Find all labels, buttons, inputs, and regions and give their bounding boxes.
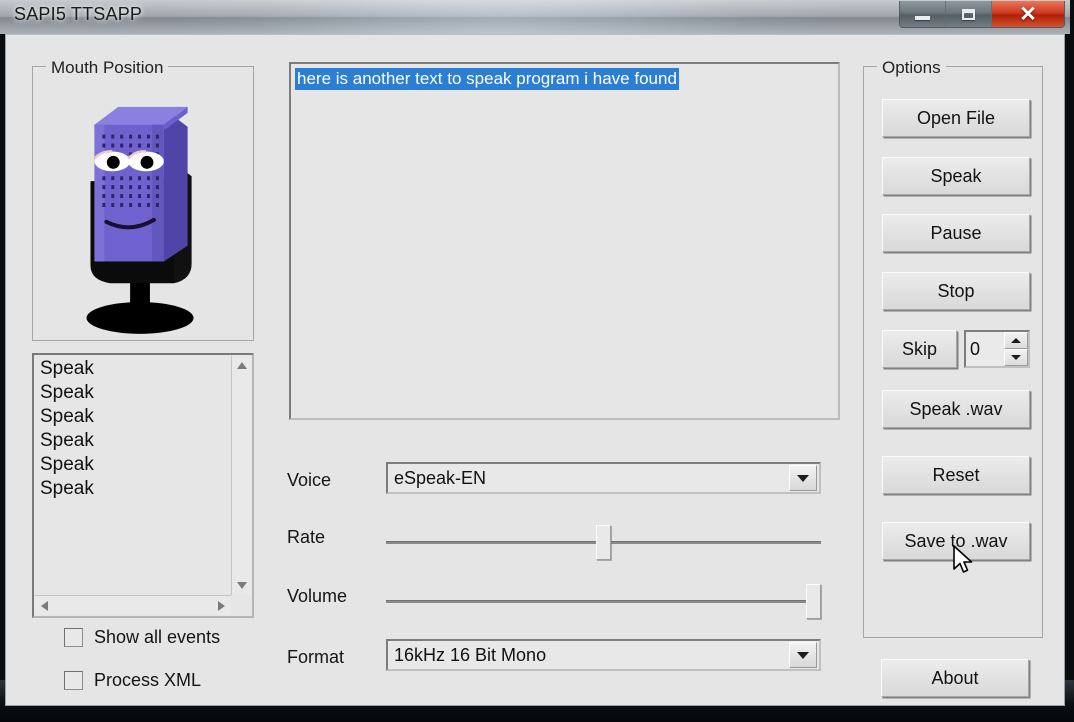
- skip-stepper-arrows: [1004, 332, 1028, 366]
- save-to-wav-button[interactable]: Save to .wav: [882, 522, 1030, 560]
- minimize-button[interactable]: [900, 1, 946, 27]
- skip-decrement-button[interactable]: [1004, 349, 1028, 366]
- pause-button[interactable]: Pause: [882, 214, 1030, 252]
- events-horizontal-scrollbar[interactable]: [35, 595, 231, 615]
- mouth-position-group: Mouth Position: [32, 58, 254, 341]
- process-xml-checkbox[interactable]: Process XML: [64, 670, 201, 691]
- reset-button[interactable]: Reset: [882, 456, 1030, 494]
- voice-dropdown-button[interactable]: [789, 465, 817, 491]
- format-dropdown-button[interactable]: [789, 642, 817, 668]
- events-list-items: Speak Speak Speak Speak Speak Speak: [37, 357, 230, 594]
- selected-text[interactable]: here is another text to speak program i …: [295, 68, 679, 90]
- close-button[interactable]: ✕: [992, 1, 1064, 27]
- scroll-right-icon[interactable]: [218, 601, 225, 611]
- rate-label: Rate: [287, 527, 326, 547]
- window-title: SAPI5 TTSAPP: [14, 4, 143, 24]
- minimize-icon: [915, 16, 930, 20]
- scroll-up-icon[interactable]: [237, 362, 247, 369]
- show-all-events-checkbox[interactable]: Show all events: [64, 627, 220, 648]
- list-item[interactable]: Speak: [37, 405, 230, 429]
- speak-button[interactable]: Speak: [882, 157, 1030, 195]
- about-button[interactable]: About: [881, 659, 1029, 697]
- list-item[interactable]: Speak: [37, 429, 230, 453]
- voice-selected-value: eSpeak-EN: [394, 467, 487, 488]
- window-controls: ✕: [899, 1, 1065, 28]
- stop-button[interactable]: Stop: [882, 272, 1030, 310]
- scroll-left-icon[interactable]: [41, 601, 48, 611]
- skip-button[interactable]: Skip: [882, 330, 957, 368]
- process-xml-label: Process XML: [94, 670, 202, 690]
- rate-slider-thumb[interactable]: [596, 525, 611, 560]
- chevron-down-icon: [797, 651, 809, 659]
- volume-slider[interactable]: [386, 580, 821, 622]
- scroll-down-icon[interactable]: [237, 582, 247, 589]
- voice-label: Voice: [287, 470, 332, 490]
- checkbox-box[interactable]: [64, 671, 83, 690]
- microphone-avatar-icon: [86, 106, 194, 334]
- maximize-icon: [962, 8, 975, 20]
- volume-slider-thumb[interactable]: [806, 584, 821, 619]
- dialog-client-area: Mouth Position Speak Speak Speak Speak S…: [5, 34, 1065, 706]
- skip-value: 0: [970, 338, 981, 359]
- open-file-button[interactable]: Open File: [882, 99, 1030, 137]
- list-item[interactable]: Speak: [37, 477, 230, 501]
- format-label: Format: [287, 647, 345, 667]
- title-bar[interactable]: SAPI5 TTSAPP ✕: [0, 0, 1070, 34]
- speech-text-content: here is another text to speak program i …: [295, 68, 834, 90]
- list-item[interactable]: Speak: [37, 453, 230, 477]
- list-item[interactable]: Speak: [37, 357, 230, 381]
- volume-slider-track[interactable]: [386, 600, 821, 603]
- chevron-down-icon: [797, 474, 809, 482]
- options-group: Options Open File Speak Pause Stop Skip …: [863, 58, 1043, 638]
- checkbox-box[interactable]: [64, 628, 83, 647]
- events-list[interactable]: Speak Speak Speak Speak Speak Speak: [32, 353, 254, 618]
- options-title: Options: [877, 58, 946, 78]
- voice-select[interactable]: eSpeak-EN: [386, 462, 821, 494]
- maximize-button[interactable]: [946, 1, 992, 27]
- speak-wav-button[interactable]: Speak .wav: [882, 390, 1030, 428]
- events-vertical-scrollbar[interactable]: [231, 356, 251, 595]
- speech-text-input[interactable]: here is another text to speak program i …: [289, 62, 840, 420]
- format-selected-value: 16kHz 16 Bit Mono: [394, 644, 547, 665]
- rate-slider[interactable]: [386, 521, 821, 563]
- format-select[interactable]: 16kHz 16 Bit Mono: [386, 639, 821, 671]
- skip-stepper[interactable]: 0: [964, 330, 1030, 368]
- chevron-up-icon: [1011, 338, 1021, 343]
- show-all-events-label: Show all events: [94, 627, 221, 647]
- list-item[interactable]: Speak: [37, 381, 230, 405]
- volume-label: Volume: [287, 586, 348, 606]
- close-icon: ✕: [1019, 2, 1037, 26]
- chevron-down-icon: [1011, 355, 1021, 360]
- application-window: SAPI5 TTSAPP ✕ Mouth Position Speak Spea…: [0, 0, 1070, 712]
- skip-increment-button[interactable]: [1004, 332, 1028, 349]
